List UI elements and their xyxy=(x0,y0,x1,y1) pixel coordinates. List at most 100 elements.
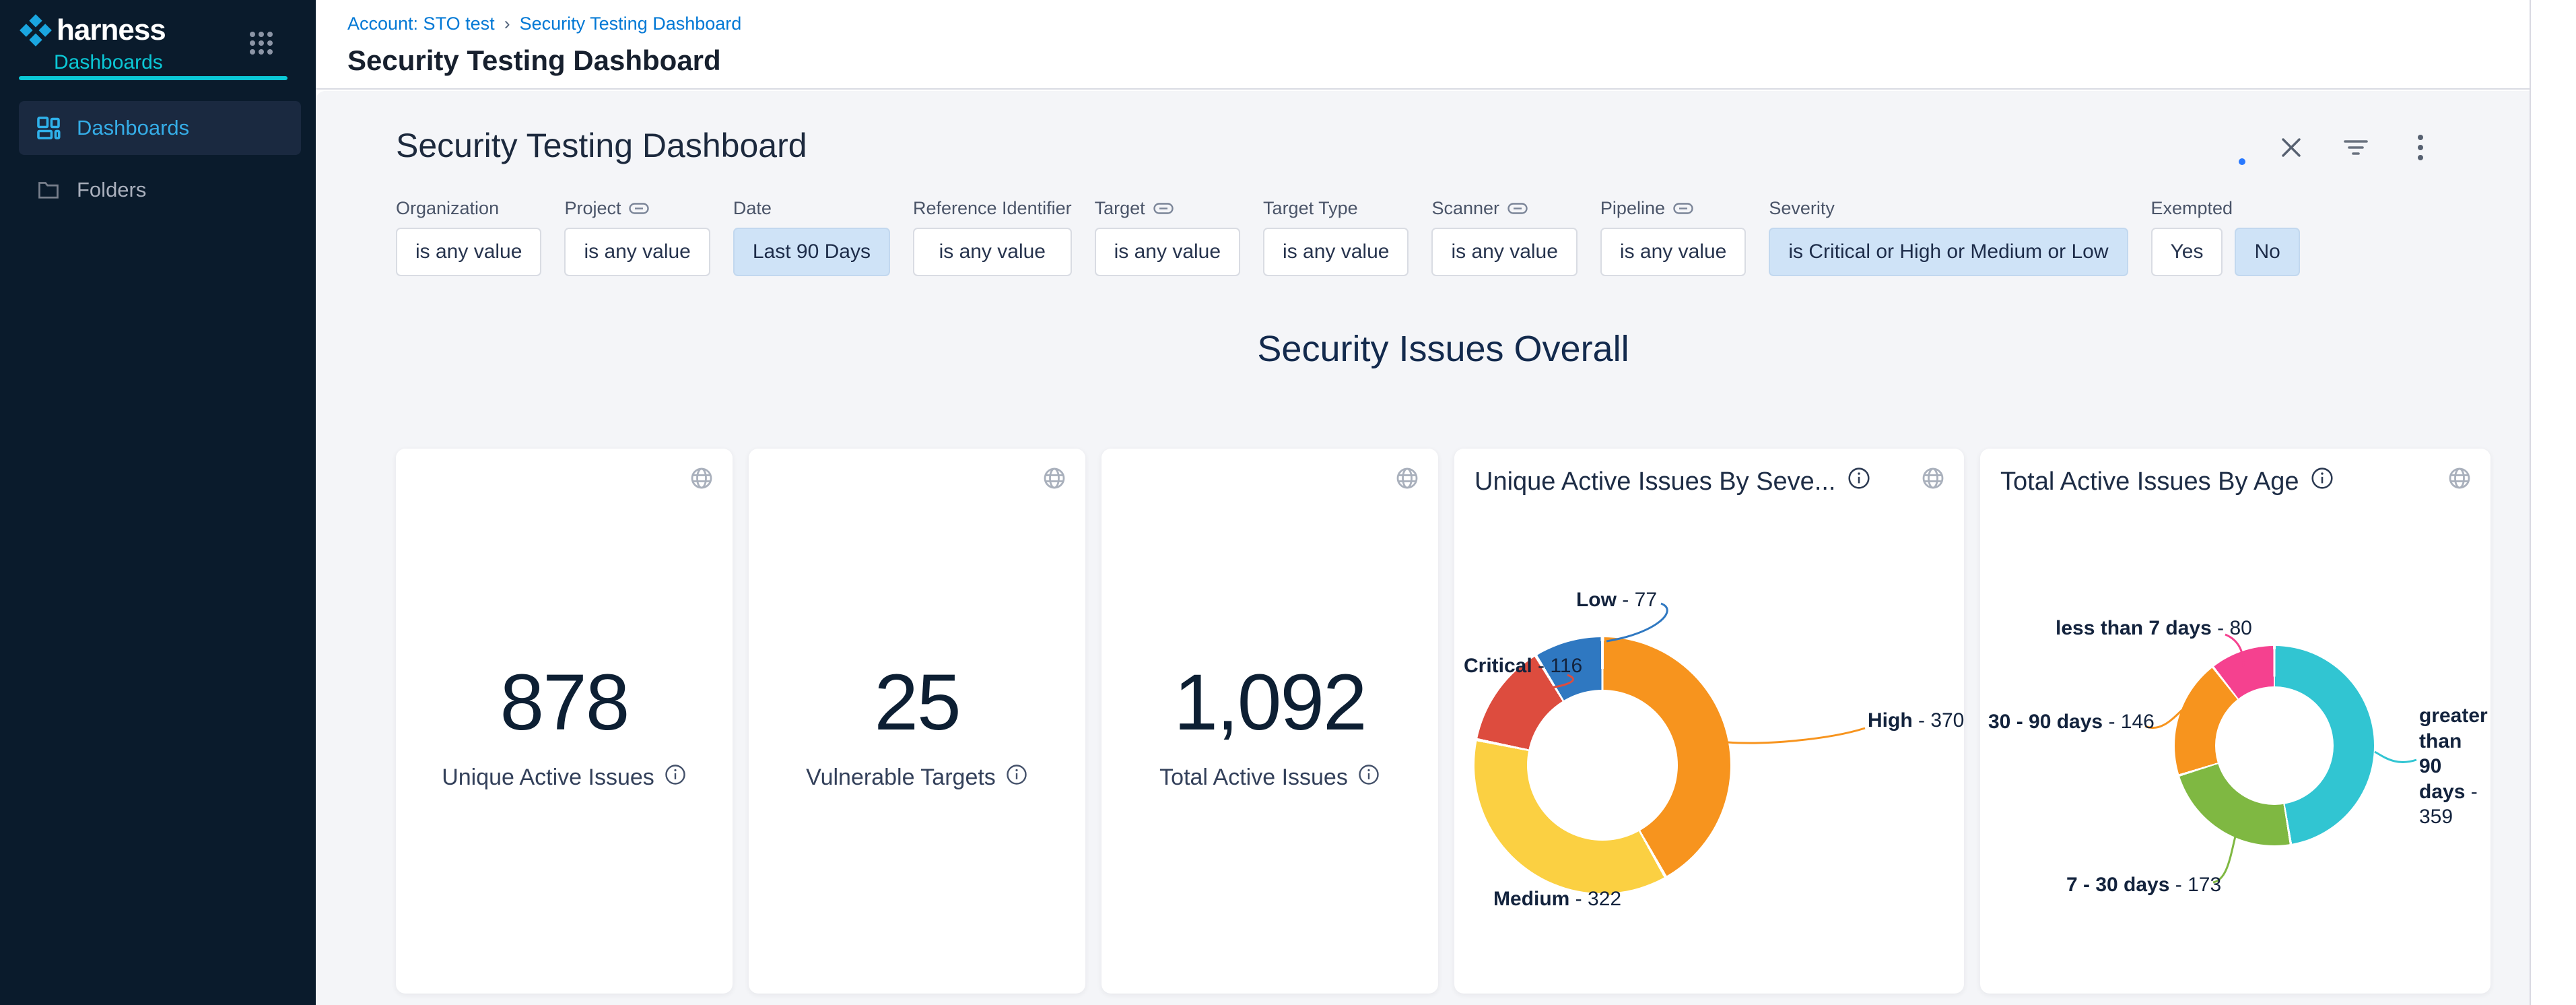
filter-reference-identifier: Reference Identifier is any value xyxy=(913,197,1072,276)
sidebar-nav: Dashboards Folders xyxy=(0,101,316,225)
chart-title: Total Active Issues By Age xyxy=(2000,466,2334,497)
filter-label: Reference Identifier xyxy=(913,197,1072,220)
sidebar-item-folders[interactable]: Folders xyxy=(19,163,301,217)
info-icon[interactable] xyxy=(664,763,687,792)
page-title: Security Testing Dashboard xyxy=(347,44,721,77)
filter-label: Target xyxy=(1095,197,1240,220)
filter-label: Project xyxy=(564,197,710,220)
app-root: harness Dashboards Das xyxy=(0,0,2576,1005)
filter-exempted: Exempted Yes No xyxy=(2151,197,2300,276)
link-icon xyxy=(1673,202,1693,215)
tile-unique-active-issues: 878 Unique Active Issues xyxy=(396,449,733,994)
filter-date-chip[interactable]: Last 90 Days xyxy=(733,228,890,276)
chart-title: Unique Active Issues By Seve... xyxy=(1475,466,1871,497)
breadcrumb-account-link[interactable]: Account: STO test xyxy=(347,13,495,34)
tile-vulnerable-targets: 25 Vulnerable Targets xyxy=(749,449,1085,994)
breadcrumb-separator: › xyxy=(504,13,510,34)
panel-actions xyxy=(2276,133,2435,162)
slice-label-medium: Medium - 322 xyxy=(1493,888,1621,911)
slice-label-low: Low - 77 xyxy=(1519,589,1657,612)
donut-hole xyxy=(2215,686,2334,805)
tile-total-active-issues: 1,092 Total Active Issues xyxy=(1101,449,1438,994)
sidebar-item-label: Dashboards xyxy=(77,116,189,140)
globe-icon[interactable] xyxy=(1920,465,1946,495)
filter-organization-chip[interactable]: is any value xyxy=(396,228,541,276)
kebab-menu-icon[interactable] xyxy=(2406,133,2435,162)
info-icon[interactable] xyxy=(1005,763,1028,792)
globe-icon[interactable] xyxy=(688,465,715,495)
scrollbar-track[interactable] xyxy=(2530,0,2576,1005)
link-icon xyxy=(1153,202,1174,215)
breadcrumb: Account: STO test › Security Testing Das… xyxy=(347,13,741,34)
section-heading: Security Issues Overall xyxy=(396,328,2490,370)
filter-label: Target Type xyxy=(1263,197,1409,220)
module-name: Dashboards xyxy=(54,51,163,74)
globe-icon[interactable] xyxy=(2446,465,2473,495)
stat-label: Total Active Issues xyxy=(1159,763,1380,792)
age-donut-chart[interactable] xyxy=(2175,646,2374,845)
globe-icon[interactable] xyxy=(1394,465,1421,495)
filter-project-chip[interactable]: is any value xyxy=(564,228,710,276)
filter-severity-chip[interactable]: is Critical or High or Medium or Low xyxy=(1769,228,2128,276)
filter-label: Exempted xyxy=(2151,197,2300,220)
filter-target: Target is any value xyxy=(1095,197,1240,276)
tile-unique-active-issues-by-severity: Unique Active Issues By Seve... xyxy=(1454,449,1964,994)
stat-label: Unique Active Issues xyxy=(442,763,687,792)
filter-date: Date Last 90 Days xyxy=(733,197,890,276)
filter-bar: Organization is any value Project is any… xyxy=(396,197,2300,276)
stat-label: Vulnerable Targets xyxy=(806,763,1028,792)
filter-label: Pipeline xyxy=(1600,197,1746,220)
dashboard-title: Security Testing Dashboard xyxy=(396,126,807,165)
harness-logo-icon xyxy=(19,13,53,47)
filter-target-chip[interactable]: is any value xyxy=(1095,228,1240,276)
breadcrumb-page-link[interactable]: Security Testing Dashboard xyxy=(520,13,742,34)
filter-label: Scanner xyxy=(1431,197,1577,220)
donut-hole xyxy=(1527,690,1678,841)
filter-label: Severity xyxy=(1769,197,2128,220)
filter-organization: Organization is any value xyxy=(396,197,541,276)
brand-name: harness xyxy=(57,13,166,47)
info-icon[interactable] xyxy=(1847,466,1871,497)
folder-icon xyxy=(36,178,61,202)
sidebar-item-label: Folders xyxy=(77,178,146,202)
slice-label-less-than-7-days: less than 7 days - 80 xyxy=(2056,617,2252,640)
filter-exempted-no-chip[interactable]: No xyxy=(2235,228,2299,276)
filter-severity: Severity is Critical or High or Medium o… xyxy=(1769,197,2128,276)
info-icon[interactable] xyxy=(1357,763,1380,792)
filter-target-type: Target Type is any value xyxy=(1263,197,1409,276)
filter-label: Date xyxy=(733,197,890,220)
filter-target-type-chip[interactable]: is any value xyxy=(1263,228,1409,276)
info-icon[interactable] xyxy=(2310,466,2334,497)
slice-label-greater-than-90-days: greater than 90 days - 359 xyxy=(2419,703,2489,830)
harness-logo[interactable]: harness xyxy=(19,13,166,47)
stat-value: 878 xyxy=(500,657,629,748)
link-icon xyxy=(629,202,649,215)
stat-value: 25 xyxy=(874,657,959,748)
filter-pipeline-chip[interactable]: is any value xyxy=(1600,228,1746,276)
globe-icon[interactable] xyxy=(1041,465,1068,495)
tile-total-active-issues-by-age: Total Active Issues By Age xyxy=(1980,449,2490,994)
filter-reference-identifier-chip[interactable]: is any value xyxy=(913,228,1072,276)
filter-icon[interactable] xyxy=(2341,133,2371,162)
module-underline xyxy=(19,76,287,80)
exempted-options: Yes No xyxy=(2151,228,2300,276)
dashboard-tiles: 878 Unique Active Issues xyxy=(396,449,2490,994)
filter-project: Project is any value xyxy=(564,197,710,276)
stat-value: 1,092 xyxy=(1174,657,1365,748)
link-icon xyxy=(1507,202,1528,215)
slice-label-7-30-days: 7 - 30 days - 173 xyxy=(2066,874,2221,897)
dashboards-icon xyxy=(36,116,61,140)
slice-label-30-90-days: 30 - 90 days - 146 xyxy=(1988,711,2155,734)
filter-exempted-yes-chip[interactable]: Yes xyxy=(2151,228,2223,276)
top-header: Account: STO test › Security Testing Das… xyxy=(316,0,2530,90)
close-icon[interactable] xyxy=(2276,133,2306,162)
dashboard-panel: Security Testing Dashboard Or xyxy=(316,91,2530,1005)
sidebar-item-dashboards[interactable]: Dashboards xyxy=(19,101,301,155)
filter-scanner-chip[interactable]: is any value xyxy=(1431,228,1577,276)
filter-scanner: Scanner is any value xyxy=(1431,197,1577,276)
sidebar: harness Dashboards Das xyxy=(0,0,316,1005)
filter-pipeline: Pipeline is any value xyxy=(1600,197,1746,276)
slice-label-high: High - 370 xyxy=(1868,709,1964,732)
apps-grid-icon[interactable] xyxy=(246,28,276,58)
slice-label-critical: Critical - 116 xyxy=(1464,655,1582,678)
